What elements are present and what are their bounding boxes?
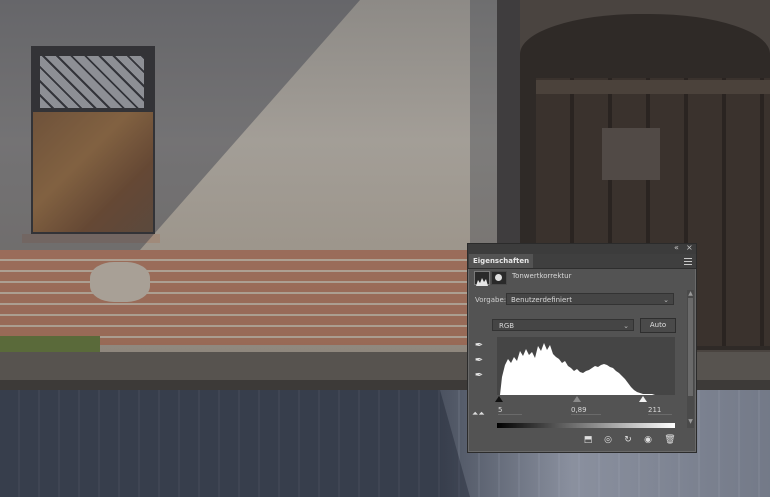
levels-icon[interactable] bbox=[474, 271, 490, 286]
gray-point-eyedropper-icon[interactable]: ✒ bbox=[473, 355, 485, 367]
channel-select[interactable]: RGB ⌄ bbox=[492, 319, 634, 331]
black-point-eyedropper-icon[interactable]: ✒ bbox=[473, 340, 485, 352]
levels-glyph bbox=[476, 278, 488, 286]
panel-footer: ⬒ ◎ ↻ ◉ 🗑 bbox=[468, 430, 696, 450]
input-black-value[interactable]: 5 bbox=[498, 406, 502, 414]
chevron-down-icon: ⌄ bbox=[663, 296, 669, 304]
preset-label: Vorgabe: bbox=[475, 296, 507, 304]
preset-value: Benutzerdefiniert bbox=[511, 296, 572, 304]
gamma-handle[interactable] bbox=[573, 396, 581, 402]
histogram-shape bbox=[497, 343, 675, 395]
panel-tabbar: Eigenschaften bbox=[468, 254, 696, 269]
reset-icon[interactable]: ↻ bbox=[622, 434, 634, 446]
trash-icon[interactable]: 🗑 bbox=[664, 434, 676, 446]
white-point-handle[interactable] bbox=[639, 396, 647, 402]
adjustment-title: Tonwertkorrektur bbox=[512, 272, 572, 280]
input-black-underline bbox=[498, 414, 522, 415]
channel-value: RGB bbox=[499, 322, 515, 330]
properties-panel: « × Eigenschaften Tonwertkorrektur Vorga… bbox=[467, 243, 697, 453]
input-white-underline bbox=[648, 414, 672, 415]
view-previous-icon[interactable]: ◎ bbox=[602, 434, 614, 446]
mask-icon[interactable] bbox=[491, 271, 507, 285]
visibility-eye-icon[interactable]: ◉ bbox=[642, 434, 654, 446]
close-icon[interactable]: × bbox=[686, 243, 693, 252]
auto-button[interactable]: Auto bbox=[640, 318, 676, 333]
panel-titlebar[interactable]: « × bbox=[468, 243, 696, 254]
adjustment-header: Tonwertkorrektur bbox=[468, 269, 696, 287]
histogram bbox=[497, 337, 675, 395]
histogram-plot bbox=[497, 343, 675, 395]
panel-menu-icon[interactable] bbox=[684, 256, 692, 265]
collapse-icon[interactable]: « bbox=[674, 243, 679, 252]
white-point-eyedropper-icon[interactable]: ✒ bbox=[473, 370, 485, 382]
input-gamma-value[interactable]: 0,89 bbox=[571, 406, 587, 414]
chevron-down-icon: ⌄ bbox=[623, 322, 629, 330]
black-point-handle[interactable] bbox=[495, 396, 503, 402]
preset-select[interactable]: Benutzerdefiniert ⌄ bbox=[506, 293, 674, 305]
panel-scrollbar[interactable]: ▲ ▼ bbox=[687, 290, 694, 428]
tab-properties[interactable]: Eigenschaften bbox=[469, 254, 534, 268]
output-levels-gradient[interactable] bbox=[497, 423, 675, 428]
scroll-thumb[interactable] bbox=[688, 298, 693, 396]
clip-to-layer-icon[interactable]: ⬒ bbox=[582, 434, 594, 446]
clip-warning-icon[interactable]: ⏶⏶ bbox=[472, 409, 488, 419]
input-gamma-underline bbox=[571, 414, 601, 415]
scroll-up-icon[interactable]: ▲ bbox=[687, 290, 694, 297]
scroll-down-icon[interactable]: ▼ bbox=[687, 418, 694, 425]
input-levels-slider[interactable] bbox=[495, 396, 675, 402]
input-white-value[interactable]: 211 bbox=[648, 406, 661, 414]
